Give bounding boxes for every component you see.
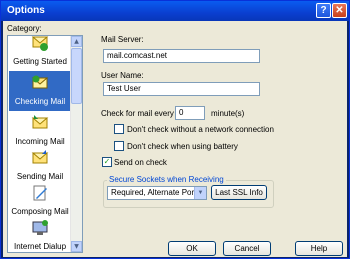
checkmark-icon: ✓	[103, 157, 111, 166]
category-label: Category:	[7, 24, 42, 33]
category-item-label: Internet Dialup	[13, 242, 67, 251]
dialog-body: Category: Getting Started Checking Mail	[3, 21, 347, 257]
category-item-label: Getting Started	[13, 57, 67, 66]
no-network-checkbox[interactable]	[114, 124, 124, 134]
getting-started-icon	[31, 36, 49, 51]
ok-button[interactable]: OK	[168, 241, 216, 256]
user-name-field[interactable]: Test User	[103, 82, 260, 96]
ssl-group-title: Secure Sockets when Receiving	[107, 175, 226, 184]
category-item-label: Sending Mail	[16, 172, 64, 181]
scroll-down-arrow-icon[interactable]: ▼	[71, 241, 82, 252]
title-close-button[interactable]: ✕	[332, 3, 347, 18]
category-item-checking-mail[interactable]: Checking Mail	[9, 71, 71, 111]
options-window: Options ? ✕ Category: Getting Started Ch…	[0, 0, 350, 259]
battery-label: Don't check when using battery	[127, 142, 238, 151]
ssl-select-value: Required, Alternate Port	[111, 188, 197, 197]
battery-checkbox[interactable]	[114, 141, 124, 151]
sending-mail-icon	[31, 150, 49, 164]
internet-dialup-icon	[32, 220, 48, 235]
mail-server-label: Mail Server:	[101, 35, 144, 44]
user-name-label: User Name:	[101, 71, 144, 80]
no-network-label: Don't check without a network connection	[127, 125, 274, 134]
cancel-button[interactable]: Cancel	[223, 241, 271, 256]
category-item-getting-started[interactable]: Getting Started	[9, 36, 71, 71]
incoming-mail-icon	[31, 115, 49, 129]
ssl-select[interactable]: Required, Alternate Port ▼	[107, 186, 207, 200]
category-item-internet-dialup[interactable]: Internet Dialup	[9, 216, 71, 252]
category-item-label: Composing Mail	[11, 207, 69, 216]
close-icon: ✕	[335, 5, 344, 16]
send-on-check-label: Send on check	[114, 158, 167, 167]
question-icon: ?	[320, 5, 327, 16]
composing-mail-icon	[33, 185, 47, 201]
title-bar[interactable]: Options ? ✕	[1, 1, 349, 21]
category-item-label: Incoming Mail	[15, 137, 65, 146]
window-title: Options	[7, 5, 45, 16]
scroll-up-arrow-icon[interactable]: ▲	[71, 36, 82, 47]
check-every-label: Check for mail every	[101, 109, 174, 118]
category-item-sending-mail[interactable]: Sending Mail	[9, 146, 71, 186]
category-item-composing-mail[interactable]: Composing Mail	[9, 181, 71, 221]
check-interval-field[interactable]: 0	[175, 106, 205, 120]
mail-server-field[interactable]: mail.comcast.net	[103, 49, 260, 63]
category-list[interactable]: Getting Started Checking Mail Incoming M…	[7, 35, 83, 253]
minutes-label: minute(s)	[211, 109, 245, 118]
send-on-check-checkbox[interactable]: ✓	[102, 157, 112, 167]
category-scrollbar[interactable]: ▲ ▼	[70, 36, 82, 252]
checking-mail-icon	[31, 75, 49, 89]
scroll-thumb[interactable]	[71, 48, 82, 104]
category-item-label: Checking Mail	[14, 97, 66, 106]
category-item-incoming-mail[interactable]: Incoming Mail	[9, 111, 71, 151]
last-ssl-info-button[interactable]: Last SSL Info	[211, 185, 267, 200]
title-help-button[interactable]: ?	[316, 3, 331, 18]
help-button[interactable]: Help	[295, 241, 343, 256]
chevron-down-icon[interactable]: ▼	[194, 187, 206, 199]
